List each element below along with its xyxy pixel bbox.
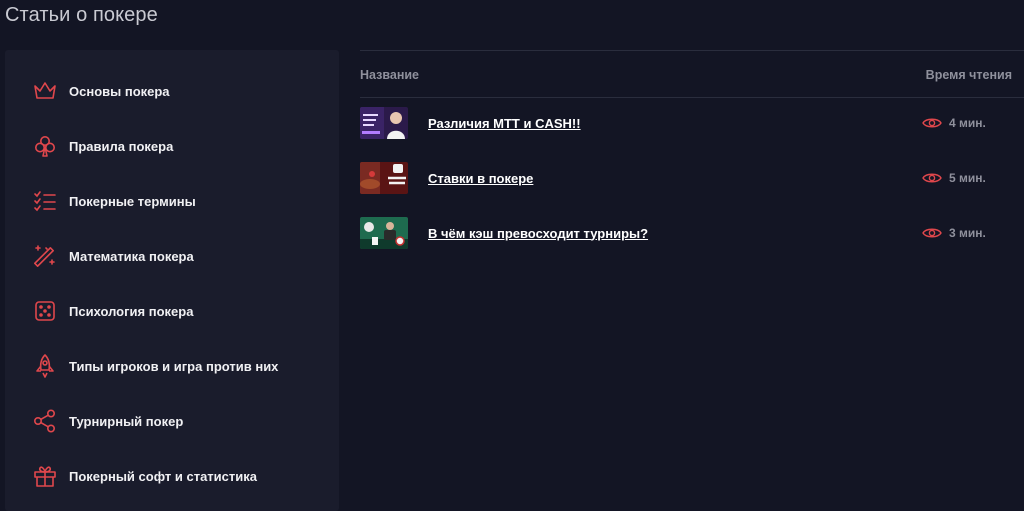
- sidebar-item-poker-math[interactable]: Математика покера: [30, 241, 194, 271]
- sidebar-item-poker-basics[interactable]: Основы покера: [30, 76, 170, 106]
- reading-time-value: 3 мин.: [949, 226, 986, 240]
- reading-time: 5 мин.: [922, 171, 986, 185]
- table-row: Различия МТТ и CASH!! 4 мин.: [360, 107, 1012, 139]
- sidebar-item-label: Правила покера: [69, 138, 174, 154]
- sidebar-item-label: Математика покера: [69, 248, 194, 264]
- checklist-icon: [30, 186, 60, 216]
- column-header-reading-time: Время чтения: [925, 68, 1012, 82]
- reading-time: 4 мин.: [922, 116, 986, 130]
- article-link[interactable]: Ставки в покере: [428, 171, 533, 186]
- sidebar: Основы покера Правила покера Покерные те…: [5, 50, 339, 511]
- table-row: В чём кэш превосходит турниры? 3 мин.: [360, 217, 1012, 249]
- sidebar-item-player-types[interactable]: Типы игроков и игра против них: [30, 351, 278, 381]
- sidebar-item-poker-rules[interactable]: Правила покера: [30, 131, 173, 161]
- crown-icon: [30, 76, 60, 106]
- page-title: Статьи о покере: [5, 4, 158, 26]
- sidebar-item-label: Психология покера: [69, 303, 194, 319]
- sidebar-item-tournament-poker[interactable]: Турнирный покер: [30, 406, 183, 436]
- divider: [360, 50, 1024, 51]
- sidebar-item-label: Основы покера: [69, 83, 170, 99]
- sidebar-item-label: Типы игроков и игра против них: [69, 358, 279, 374]
- sidebar-item-label: Покерный софт и статистика: [69, 468, 257, 484]
- reading-time: 3 мин.: [922, 226, 986, 240]
- share-nodes-icon: [30, 406, 60, 436]
- dice-icon: [30, 296, 60, 326]
- eye-icon: [922, 228, 942, 238]
- divider: [360, 97, 1024, 98]
- column-header-name: Название: [360, 68, 420, 82]
- rocket-icon: [30, 351, 60, 381]
- article-link[interactable]: В чём кэш превосходит турниры?: [428, 226, 648, 241]
- sidebar-item-poker-terms[interactable]: Покерные термины: [30, 186, 196, 216]
- table-row: Ставки в покере 5 мин.: [360, 162, 1012, 194]
- eye-icon: [922, 173, 942, 183]
- article-link[interactable]: Различия МТТ и CASH!!: [428, 116, 581, 131]
- sidebar-item-poker-software[interactable]: Покерный софт и статистика: [30, 461, 257, 491]
- reading-time-value: 5 мин.: [949, 171, 986, 185]
- magic-wand-icon: [30, 241, 60, 271]
- article-thumbnail[interactable]: [360, 107, 408, 139]
- article-thumbnail[interactable]: [360, 217, 408, 249]
- gift-icon: [30, 461, 60, 491]
- club-icon: [30, 131, 60, 161]
- article-thumbnail[interactable]: [360, 162, 408, 194]
- sidebar-item-poker-psychology[interactable]: Психология покера: [30, 296, 193, 326]
- sidebar-item-label: Покерные термины: [69, 193, 196, 209]
- reading-time-value: 4 мин.: [949, 116, 986, 130]
- sidebar-item-label: Турнирный покер: [69, 413, 184, 429]
- eye-icon: [922, 118, 942, 128]
